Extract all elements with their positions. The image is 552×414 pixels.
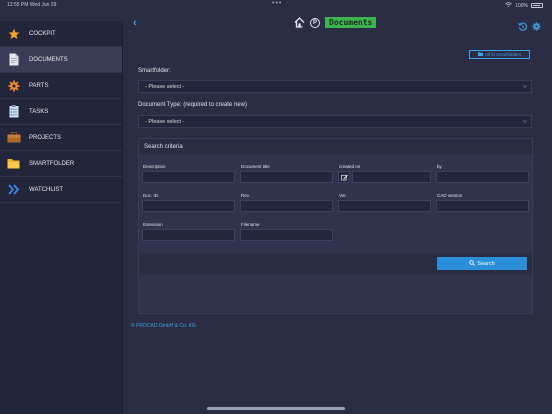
wifi-icon	[505, 2, 512, 9]
document-title-input[interactable]	[240, 171, 333, 183]
settings-gear-icon[interactable]	[532, 18, 541, 36]
task-list-icon	[0, 105, 27, 118]
smartfolder-label: Smartfolder:	[138, 68, 171, 74]
sidebar-item-watchlist[interactable]: WATCHLIST	[0, 177, 122, 203]
double-chevron-icon	[0, 184, 27, 195]
smartfolder-select-value: - Please select -	[145, 83, 185, 90]
created-on-input[interactable]	[352, 171, 431, 183]
extension-label: Extension	[143, 222, 163, 227]
by-input[interactable]	[436, 171, 529, 183]
doctype-select-value: - Please select -	[145, 118, 185, 125]
home-indicator[interactable]	[207, 407, 345, 410]
smartfolder-select[interactable]: - Please select -	[138, 80, 532, 93]
extension-input[interactable]	[142, 229, 235, 241]
sidebar-item-label: PROJECTS	[29, 134, 62, 141]
rev-input[interactable]	[240, 200, 333, 212]
gear-icon	[0, 80, 27, 92]
sidebar-item-tasks[interactable]: TASKS	[0, 99, 122, 125]
history-icon[interactable]	[518, 18, 527, 36]
ver-label: Ver.	[339, 193, 347, 198]
rev-label: Rev.	[241, 193, 250, 198]
created-on-label: created on	[339, 164, 361, 169]
sidebar-item-label: PARTS	[29, 82, 49, 89]
copyright-icon: ©	[131, 323, 135, 329]
multitask-dots[interactable]: •••	[272, 0, 282, 7]
sidebar-item-label: COCKPIT	[29, 30, 56, 37]
doc-id-label: Doc. ID.	[143, 193, 160, 198]
sidebar-item-parts[interactable]: PARTS	[0, 73, 122, 99]
search-button-label: Search	[477, 260, 495, 267]
document-icon	[0, 53, 27, 66]
battery-icon	[531, 3, 543, 8]
sidebar-item-label: DOCUMENTS	[29, 56, 68, 63]
search-button[interactable]: Search	[437, 257, 527, 270]
calendar-edit-icon[interactable]	[338, 171, 350, 183]
search-icon	[469, 259, 476, 268]
smartfolder-button[interactable]: All to smartfolders	[469, 50, 530, 59]
search-criteria-panel: Search criteria Description Document tit…	[138, 138, 533, 314]
header-center: P Documents	[294, 17, 377, 28]
back-button[interactable]: ‹	[133, 17, 137, 29]
ver-input[interactable]	[338, 200, 431, 212]
projects-icon	[0, 132, 27, 143]
sidebar-item-projects[interactable]: PROJECTS	[0, 125, 122, 151]
sidebar-item-label: TASKS	[29, 108, 49, 115]
filename-input[interactable]	[240, 229, 333, 241]
sidebar-item-cockpit[interactable]: COCKPIT	[0, 21, 122, 47]
filename-label: Filename	[241, 222, 260, 227]
by-label: by	[437, 164, 442, 169]
battery-percent: 100%	[515, 2, 528, 9]
sidebar-item-label: SMARTFOLDER	[29, 160, 75, 167]
search-action-row: Search	[139, 253, 532, 275]
folder-icon	[0, 158, 27, 169]
doc-id-input[interactable]	[142, 200, 235, 212]
star-icon	[0, 28, 27, 40]
folder-small-icon	[477, 52, 483, 57]
cad-version-input[interactable]	[436, 200, 529, 212]
status-right: 100%	[505, 2, 543, 9]
smartfolder-button-label: All to smartfolders	[484, 52, 521, 57]
doctype-label: Document Type: (required to create new)	[138, 102, 247, 108]
copyright-link[interactable]: © PROCAD GmbH & Co. KG	[131, 323, 196, 329]
doctype-select[interactable]: - Please select -	[138, 115, 532, 128]
sidebar: COCKPIT DOCUMENTS PARTS TASKS PROJECTS S…	[0, 21, 123, 414]
sidebar-item-documents[interactable]: DOCUMENTS	[0, 47, 122, 73]
description-label: Description	[143, 164, 166, 169]
sidebar-item-smartfolder[interactable]: SMARTFOLDER	[0, 151, 122, 177]
copyright-text: PROCAD GmbH & Co. KG	[136, 323, 196, 329]
chevron-down-icon	[522, 119, 528, 124]
home-icon[interactable]	[294, 17, 305, 28]
status-time: 12:55 PM Wed Jun 29	[7, 2, 57, 8]
cad-version-label: CAD version	[437, 193, 463, 198]
header-actions	[518, 18, 541, 36]
status-bar: 12:55 PM Wed Jun 29 ••• 100%	[0, 0, 552, 9]
document-title-label: Document title	[241, 164, 270, 169]
p-badge-icon[interactable]: P	[310, 17, 320, 28]
search-criteria-title: Search criteria	[139, 139, 532, 154]
page-title: Documents	[325, 17, 377, 28]
chevron-down-icon	[522, 84, 528, 89]
description-input[interactable]	[142, 171, 235, 183]
sidebar-item-label: WATCHLIST	[29, 186, 63, 193]
